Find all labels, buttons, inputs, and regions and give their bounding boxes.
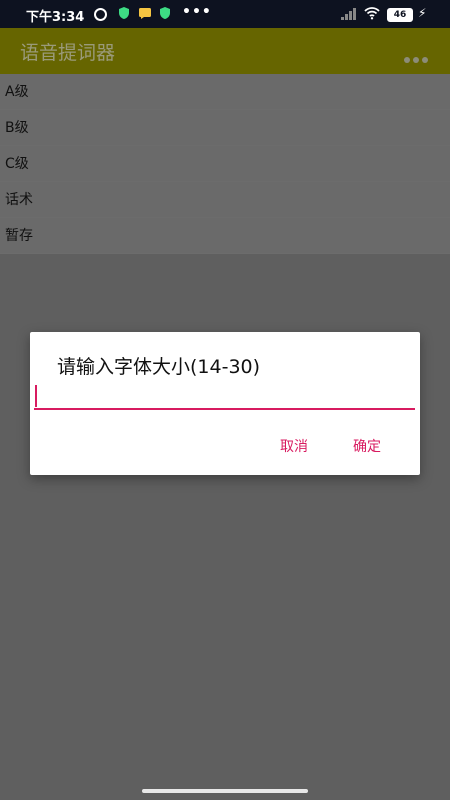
status-bar: 下午3:34 ••• 46 ⚡ (0, 0, 450, 28)
more-notifications-icon: ••• (182, 4, 212, 20)
app-title: 语音提词器 (20, 42, 116, 64)
ok-button[interactable]: 确定 (353, 436, 381, 456)
message-icon (139, 8, 151, 19)
overflow-menu-icon[interactable] (404, 48, 432, 63)
list-item-b[interactable]: B级 (0, 110, 450, 146)
font-size-dialog: 请输入字体大小(14-30) 取消 确定 (30, 332, 420, 475)
shield-icon (119, 7, 129, 19)
battery-icon: 46 (387, 8, 413, 22)
shield-icon (160, 7, 170, 19)
alarm-icon (94, 8, 107, 21)
wifi-icon (364, 7, 380, 20)
list-item-script[interactable]: 话术 (0, 182, 450, 218)
cancel-button[interactable]: 取消 (280, 436, 308, 456)
dialog-title: 请输入字体大小(14-30) (57, 356, 261, 378)
home-handle[interactable] (142, 789, 308, 793)
text-cursor (35, 385, 37, 407)
category-list: A级 B级 C级 话术 暂存 (0, 74, 450, 254)
list-item-c[interactable]: C级 (0, 146, 450, 182)
navigation-bar (0, 784, 450, 800)
app-bar: 语音提词器 (0, 28, 450, 74)
status-time: 下午3:34 (26, 10, 85, 25)
list-item-temp[interactable]: 暂存 (0, 218, 450, 254)
signal-icon (341, 8, 356, 20)
font-size-input[interactable] (34, 384, 415, 410)
list-item-a[interactable]: A级 (0, 74, 450, 110)
charging-icon: ⚡ (418, 6, 427, 20)
